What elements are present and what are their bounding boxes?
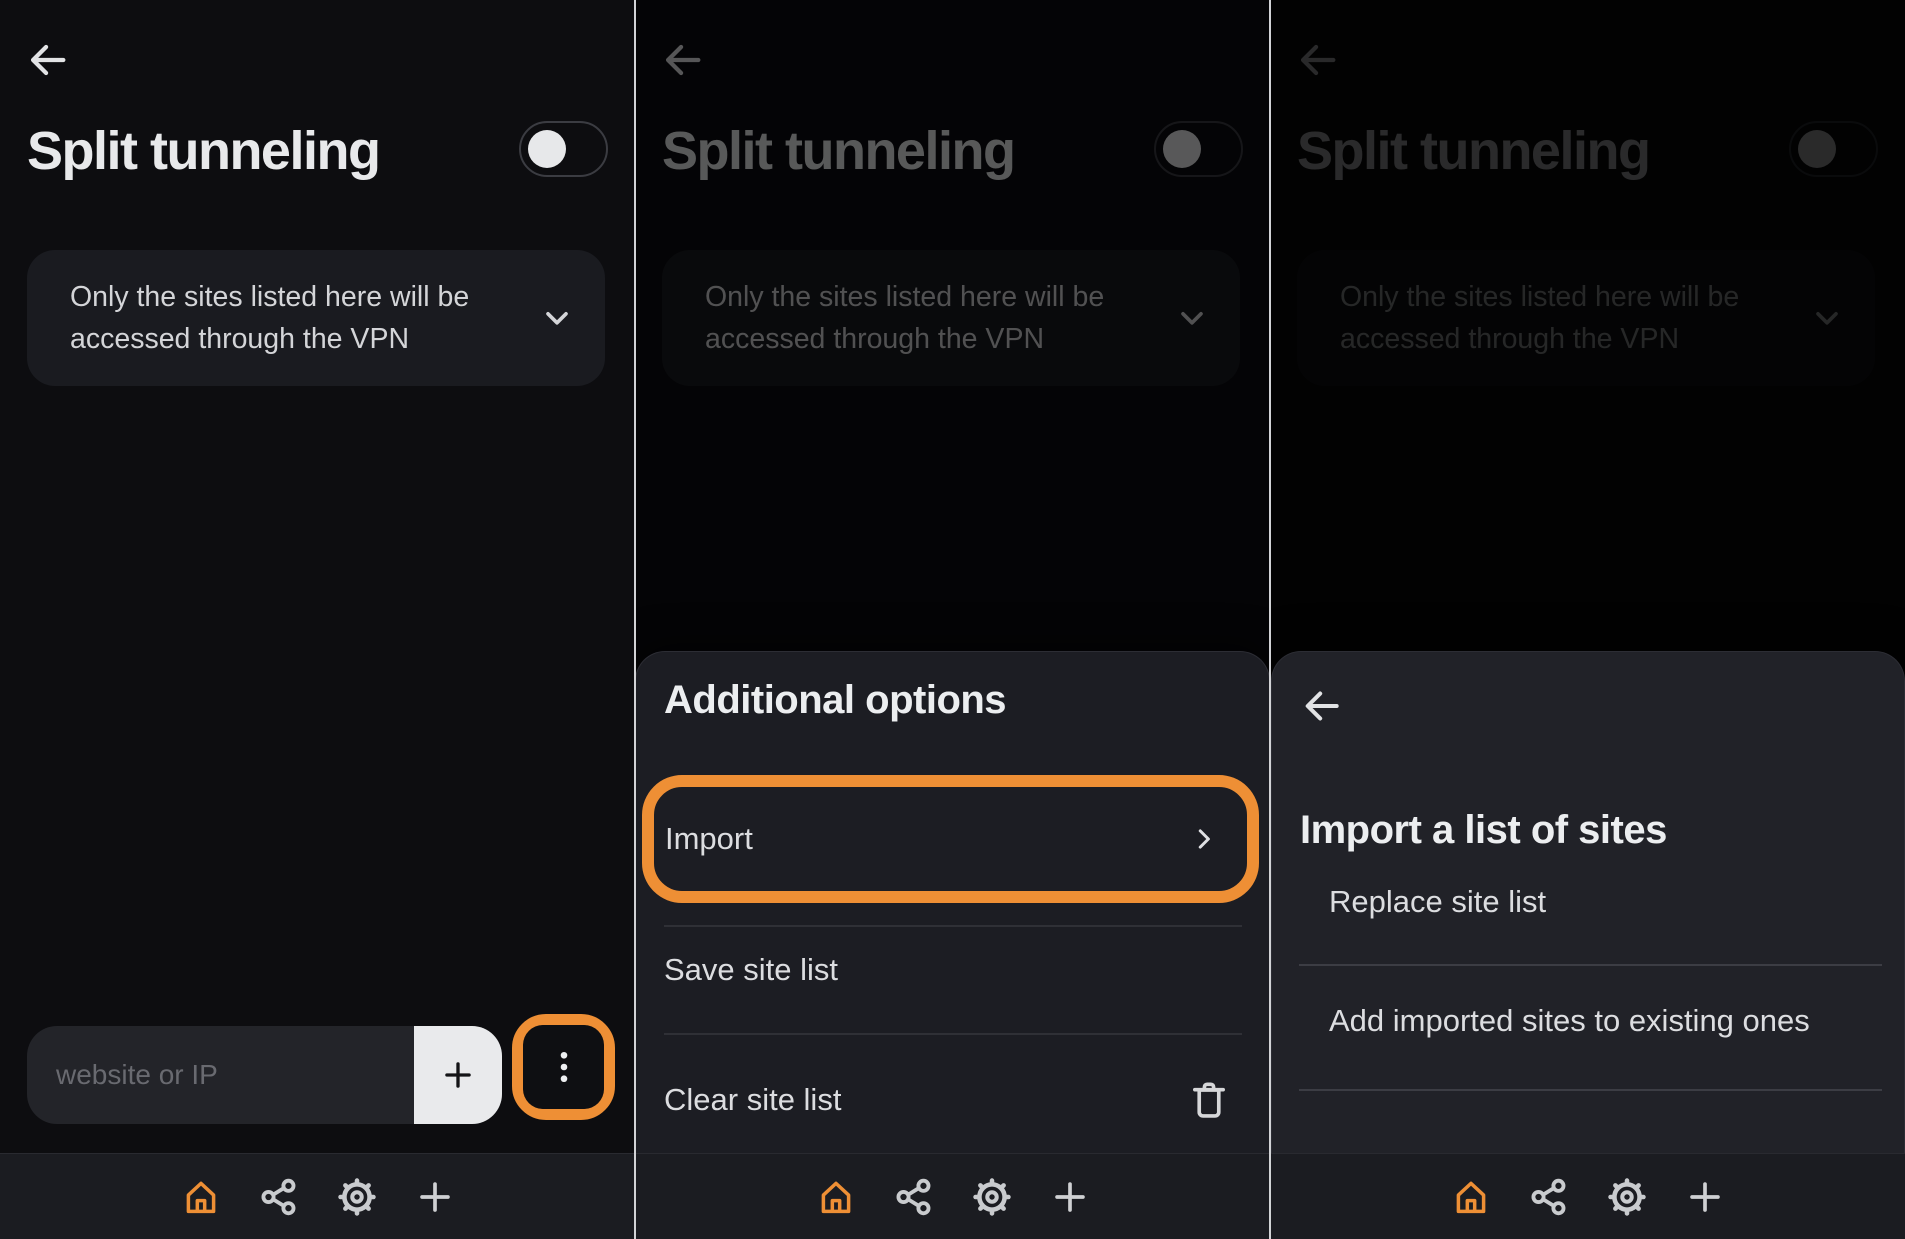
- kebab-menu-icon: [542, 1045, 586, 1089]
- chevron-right-icon: [1189, 824, 1219, 854]
- menu-item-import[interactable]: Import: [654, 787, 1247, 891]
- nav-share-button[interactable]: [1528, 1176, 1570, 1218]
- panel-separator: [1269, 0, 1271, 1239]
- mode-info-text: Only the sites listed here will be acces…: [27, 276, 605, 360]
- nav-home-button[interactable]: [180, 1176, 222, 1218]
- add-site-button[interactable]: [414, 1026, 502, 1124]
- sheet-title: Additional options: [664, 678, 1006, 723]
- plus-icon: [439, 1056, 477, 1094]
- back-arrow-icon: [25, 37, 71, 83]
- nav-settings-button[interactable]: [1606, 1176, 1648, 1218]
- back-arrow-icon: [1300, 684, 1344, 728]
- nav-home-button[interactable]: [1450, 1176, 1492, 1218]
- trash-icon: [1186, 1077, 1232, 1123]
- gear-icon: [1606, 1176, 1648, 1218]
- menu-item-replace-site-list[interactable]: Replace site list: [1329, 884, 1546, 920]
- more-options-button[interactable]: [523, 1025, 604, 1109]
- plus-icon: [1684, 1176, 1726, 1218]
- divider: [664, 1033, 1242, 1035]
- menu-item-clear[interactable]: Clear site list: [664, 1082, 841, 1118]
- menu-item-save[interactable]: Save site list: [664, 952, 838, 988]
- panel-import-list: Split tunneling Only the sites listed he…: [1270, 0, 1905, 1239]
- sheet-title: Import a list of sites: [1300, 808, 1667, 853]
- divider: [664, 925, 1242, 927]
- gear-icon: [336, 1176, 378, 1218]
- nav-settings-button[interactable]: [971, 1176, 1013, 1218]
- nav-add-button[interactable]: [1684, 1176, 1726, 1218]
- mode-info-card[interactable]: Only the sites listed here will be acces…: [27, 250, 605, 386]
- bottom-nav: [1270, 1153, 1905, 1239]
- panel-additional-options: Split tunneling Only the sites listed he…: [635, 0, 1270, 1239]
- nav-home-button[interactable]: [815, 1176, 857, 1218]
- divider: [1299, 1089, 1882, 1091]
- plus-icon: [414, 1176, 456, 1218]
- nav-add-button[interactable]: [1049, 1176, 1091, 1218]
- share-icon: [893, 1176, 935, 1218]
- plus-icon: [1049, 1176, 1091, 1218]
- annotation-highlight-import: Import: [642, 775, 1259, 903]
- home-icon: [1450, 1176, 1492, 1218]
- share-icon: [258, 1176, 300, 1218]
- add-site-input-group: [27, 1026, 502, 1124]
- back-button[interactable]: [22, 34, 74, 86]
- home-icon: [180, 1176, 222, 1218]
- nav-share-button[interactable]: [893, 1176, 935, 1218]
- annotation-highlight-more-options: [512, 1014, 615, 1120]
- bottom-nav: [0, 1153, 635, 1239]
- additional-options-sheet: Additional options Import Save site list…: [635, 651, 1270, 1153]
- nav-settings-button[interactable]: [336, 1176, 378, 1218]
- panel-split-tunneling: Split tunneling Only the sites listed he…: [0, 0, 635, 1239]
- divider: [1299, 964, 1882, 966]
- gear-icon: [971, 1176, 1013, 1218]
- clear-site-list-action[interactable]: [1185, 1076, 1233, 1124]
- website-or-ip-input[interactable]: [27, 1026, 399, 1124]
- import-sites-sheet: Import a list of sites Replace site list…: [1271, 651, 1905, 1153]
- bottom-nav: [635, 1153, 1270, 1239]
- panel-separator: [634, 0, 636, 1239]
- menu-item-label: Import: [665, 821, 753, 857]
- home-icon: [815, 1176, 857, 1218]
- chevron-down-icon: [539, 300, 575, 336]
- share-icon: [1528, 1176, 1570, 1218]
- toggle-knob: [528, 130, 566, 168]
- menu-item-add-imported-sites[interactable]: Add imported sites to existing ones: [1329, 1003, 1810, 1039]
- page-title: Split tunneling: [27, 120, 379, 182]
- sheet-back-button[interactable]: [1296, 680, 1348, 732]
- screenshot-canvas: Split tunneling Only the sites listed he…: [0, 0, 1905, 1239]
- nav-add-button[interactable]: [414, 1176, 456, 1218]
- nav-share-button[interactable]: [258, 1176, 300, 1218]
- split-tunneling-toggle[interactable]: [519, 121, 608, 177]
